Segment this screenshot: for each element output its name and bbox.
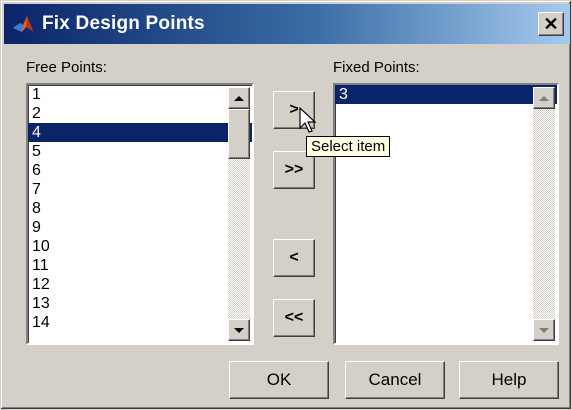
scroll-up-button [533, 87, 555, 109]
list-item[interactable]: 2 [28, 104, 252, 123]
ok-button[interactable]: OK [229, 361, 329, 399]
fixed-points-list[interactable]: 3 [333, 83, 559, 345]
scroll-up-icon [234, 95, 244, 101]
list-item[interactable]: 7 [28, 180, 252, 199]
close-icon: ✕ [543, 14, 559, 34]
list-item[interactable]: 14 [28, 313, 252, 332]
free-points-scrollbar[interactable] [228, 87, 250, 341]
scroll-down-button [533, 319, 555, 341]
list-item[interactable]: 1 [28, 85, 252, 104]
list-item[interactable]: 3 [335, 85, 557, 104]
fixed-points-items: 3 [335, 85, 557, 104]
help-button[interactable]: Help [459, 361, 559, 399]
list-item[interactable]: 4 [28, 123, 252, 142]
close-button[interactable]: ✕ [538, 12, 564, 36]
cancel-button[interactable]: Cancel [345, 361, 445, 399]
fixed-points-scrollbar [533, 87, 555, 341]
list-item[interactable]: 8 [28, 199, 252, 218]
free-points-list[interactable]: 1 2 4 5 6 7 8 9 10 11 12 13 14 [26, 83, 254, 345]
remove-selected-button[interactable]: < [273, 239, 315, 277]
list-item[interactable]: 11 [28, 256, 252, 275]
scroll-down-button[interactable] [228, 319, 250, 341]
list-item[interactable]: 5 [28, 142, 252, 161]
window-title: Fix Design Points [42, 13, 205, 34]
mouse-pointer-icon [299, 107, 317, 133]
scroll-down-icon [539, 327, 549, 333]
list-item[interactable]: 9 [28, 218, 252, 237]
list-item[interactable]: 6 [28, 161, 252, 180]
fixed-points-label: Fixed Points: [333, 59, 420, 76]
tooltip: Select item [306, 136, 391, 157]
list-item[interactable]: 13 [28, 294, 252, 313]
list-item[interactable]: 12 [28, 275, 252, 294]
matlab-logo-icon [13, 16, 33, 32]
scroll-down-icon [234, 327, 244, 333]
fix-design-points-dialog: Fix Design Points ✕ Free Points: Fixed P… [0, 0, 572, 410]
scroll-up-icon [539, 95, 549, 101]
title-bar[interactable]: Fix Design Points ✕ [4, 4, 570, 44]
remove-all-button[interactable]: << [273, 299, 315, 337]
scroll-thumb[interactable] [228, 109, 250, 159]
free-points-items: 1 2 4 5 6 7 8 9 10 11 12 13 14 [28, 85, 252, 332]
scroll-up-button[interactable] [228, 87, 250, 109]
list-item[interactable]: 10 [28, 237, 252, 256]
free-points-label: Free Points: [26, 59, 107, 76]
